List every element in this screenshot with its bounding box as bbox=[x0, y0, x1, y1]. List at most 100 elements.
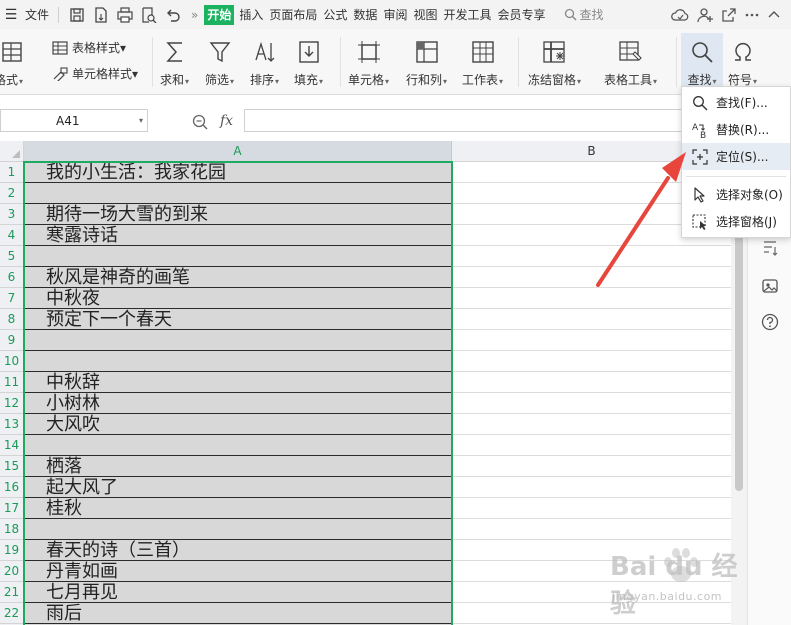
tab-insert[interactable]: 插入 bbox=[236, 0, 266, 29]
tab-review[interactable]: 审阅 bbox=[380, 0, 410, 29]
fill-button[interactable]: 填充▾ bbox=[294, 37, 323, 88]
cell-a[interactable]: 我的小生活：我家花园 bbox=[24, 162, 452, 183]
table-style-button[interactable]: 表格样式 ▾ bbox=[52, 39, 126, 56]
row-header[interactable]: 20 bbox=[0, 561, 24, 582]
export-pdf-icon[interactable] bbox=[89, 0, 113, 29]
cell-b[interactable] bbox=[452, 372, 731, 393]
cell-a[interactable]: 期待一场大雪的到来 bbox=[24, 204, 452, 225]
row-header[interactable]: 14 bbox=[0, 435, 24, 456]
select-all-corner[interactable] bbox=[0, 141, 24, 162]
cell-b[interactable] bbox=[452, 477, 731, 498]
print-icon[interactable] bbox=[113, 0, 137, 29]
cell-a[interactable]: 小树林 bbox=[24, 393, 452, 414]
row-header[interactable]: 11 bbox=[0, 372, 24, 393]
cell-b[interactable] bbox=[452, 267, 731, 288]
cell-b[interactable] bbox=[452, 519, 731, 540]
zoom-icon[interactable] bbox=[192, 114, 208, 133]
cell-b[interactable] bbox=[452, 351, 731, 372]
row-header[interactable]: 17 bbox=[0, 498, 24, 519]
print-preview-icon[interactable] bbox=[137, 0, 161, 29]
cell-a[interactable]: 春天的诗（三首） bbox=[24, 540, 452, 561]
tab-developer[interactable]: 开发工具 bbox=[440, 0, 494, 29]
cell-a[interactable]: 起大风了 bbox=[24, 477, 452, 498]
cell-a[interactable]: 中秋辞 bbox=[24, 372, 452, 393]
name-box[interactable]: A41 ▾ bbox=[0, 109, 148, 132]
row-header[interactable]: 1 bbox=[0, 162, 24, 183]
cell-a[interactable]: 中秋夜 bbox=[24, 288, 452, 309]
format-button[interactable]: 格式▾ bbox=[0, 37, 23, 88]
collaborate-icon[interactable] bbox=[697, 7, 713, 23]
share-icon[interactable] bbox=[721, 7, 737, 23]
symbol-button[interactable]: 符号▾ bbox=[728, 37, 757, 88]
tab-data[interactable]: 数据 bbox=[350, 0, 380, 29]
cell-b[interactable] bbox=[452, 603, 731, 624]
tab-member[interactable]: 会员专享 bbox=[494, 0, 548, 29]
tab-home[interactable]: 开始 bbox=[204, 4, 235, 25]
menu-search[interactable]: 查找 bbox=[561, 0, 607, 29]
cell-button[interactable]: 单元格▾ bbox=[348, 37, 389, 88]
cloud-sync-icon[interactable] bbox=[671, 7, 689, 23]
tab-page-layout[interactable]: 页面布局 bbox=[266, 0, 320, 29]
row-header[interactable]: 3 bbox=[0, 204, 24, 225]
find-button[interactable]: 查找▾ bbox=[681, 33, 723, 89]
menu-item-replace[interactable]: AB 替换(R)... bbox=[682, 116, 790, 143]
menu-item-select-objects[interactable]: 选择对象(O) bbox=[682, 181, 790, 208]
cell-a[interactable] bbox=[24, 330, 452, 351]
table-tools-button[interactable]: 表格工具▾ bbox=[604, 37, 657, 88]
row-header[interactable]: 10 bbox=[0, 351, 24, 372]
photo-tools-icon[interactable] bbox=[761, 277, 779, 295]
row-header[interactable]: 5 bbox=[0, 246, 24, 267]
cell-b[interactable] bbox=[452, 582, 731, 603]
filter-button[interactable]: 筛选▾ bbox=[205, 37, 234, 88]
cell-a[interactable] bbox=[24, 519, 452, 540]
cell-a[interactable]: 栖落 bbox=[24, 456, 452, 477]
row-header[interactable]: 2 bbox=[0, 183, 24, 204]
freeze-panes-button[interactable]: 冻结窗格▾ bbox=[528, 37, 581, 88]
cell-a[interactable] bbox=[24, 435, 452, 456]
cell-a[interactable]: 丹青如画 bbox=[24, 561, 452, 582]
cell-a[interactable]: 秋风是神奇的画笔 bbox=[24, 267, 452, 288]
menu-item-find[interactable]: 查找(F)... bbox=[682, 89, 790, 116]
more-options-icon[interactable] bbox=[745, 8, 759, 22]
cell-b[interactable] bbox=[452, 246, 731, 267]
cell-b[interactable] bbox=[452, 498, 731, 519]
save-icon[interactable] bbox=[65, 0, 89, 29]
row-header[interactable]: 19 bbox=[0, 540, 24, 561]
cell-a[interactable] bbox=[24, 183, 452, 204]
row-header[interactable]: 21 bbox=[0, 582, 24, 603]
row-header[interactable]: 8 bbox=[0, 309, 24, 330]
insert-function-button[interactable]: fx bbox=[220, 113, 233, 129]
row-header[interactable]: 22 bbox=[0, 603, 24, 624]
cell-a[interactable] bbox=[24, 351, 452, 372]
cell-style-button[interactable]: 单元格样式 ▾ bbox=[52, 65, 138, 82]
cell-a[interactable]: 七月再见 bbox=[24, 582, 452, 603]
cell-b[interactable] bbox=[452, 540, 731, 561]
cell-b[interactable] bbox=[452, 288, 731, 309]
row-header[interactable]: 6 bbox=[0, 267, 24, 288]
menu-file[interactable]: 文件 bbox=[22, 0, 52, 29]
cell-a[interactable]: 雨后 bbox=[24, 603, 452, 624]
help-icon[interactable] bbox=[761, 313, 779, 331]
row-header[interactable]: 12 bbox=[0, 393, 24, 414]
row-col-button[interactable]: 行和列▾ bbox=[406, 37, 447, 88]
row-header[interactable]: 16 bbox=[0, 477, 24, 498]
row-header[interactable]: 13 bbox=[0, 414, 24, 435]
cell-a[interactable] bbox=[24, 246, 452, 267]
sort-panel-icon[interactable] bbox=[761, 239, 779, 257]
column-header-a[interactable]: A bbox=[24, 141, 452, 162]
cell-b[interactable] bbox=[452, 393, 731, 414]
cell-b[interactable] bbox=[452, 456, 731, 477]
cell-a[interactable]: 桂秋 bbox=[24, 498, 452, 519]
tab-view[interactable]: 视图 bbox=[410, 0, 440, 29]
cell-a[interactable]: 寒露诗话 bbox=[24, 225, 452, 246]
cell-b[interactable] bbox=[452, 435, 731, 456]
row-header[interactable]: 18 bbox=[0, 519, 24, 540]
row-header[interactable]: 15 bbox=[0, 456, 24, 477]
cell-b[interactable] bbox=[452, 330, 731, 351]
name-box-dropdown-icon[interactable]: ▾ bbox=[139, 116, 143, 125]
row-header[interactable]: 4 bbox=[0, 225, 24, 246]
row-header[interactable]: 7 bbox=[0, 288, 24, 309]
worksheet-button[interactable]: 工作表▾ bbox=[462, 37, 503, 88]
more-toolbar-chevron[interactable]: » bbox=[185, 0, 204, 29]
hamburger-menu-icon[interactable]: ☰ bbox=[0, 0, 22, 29]
